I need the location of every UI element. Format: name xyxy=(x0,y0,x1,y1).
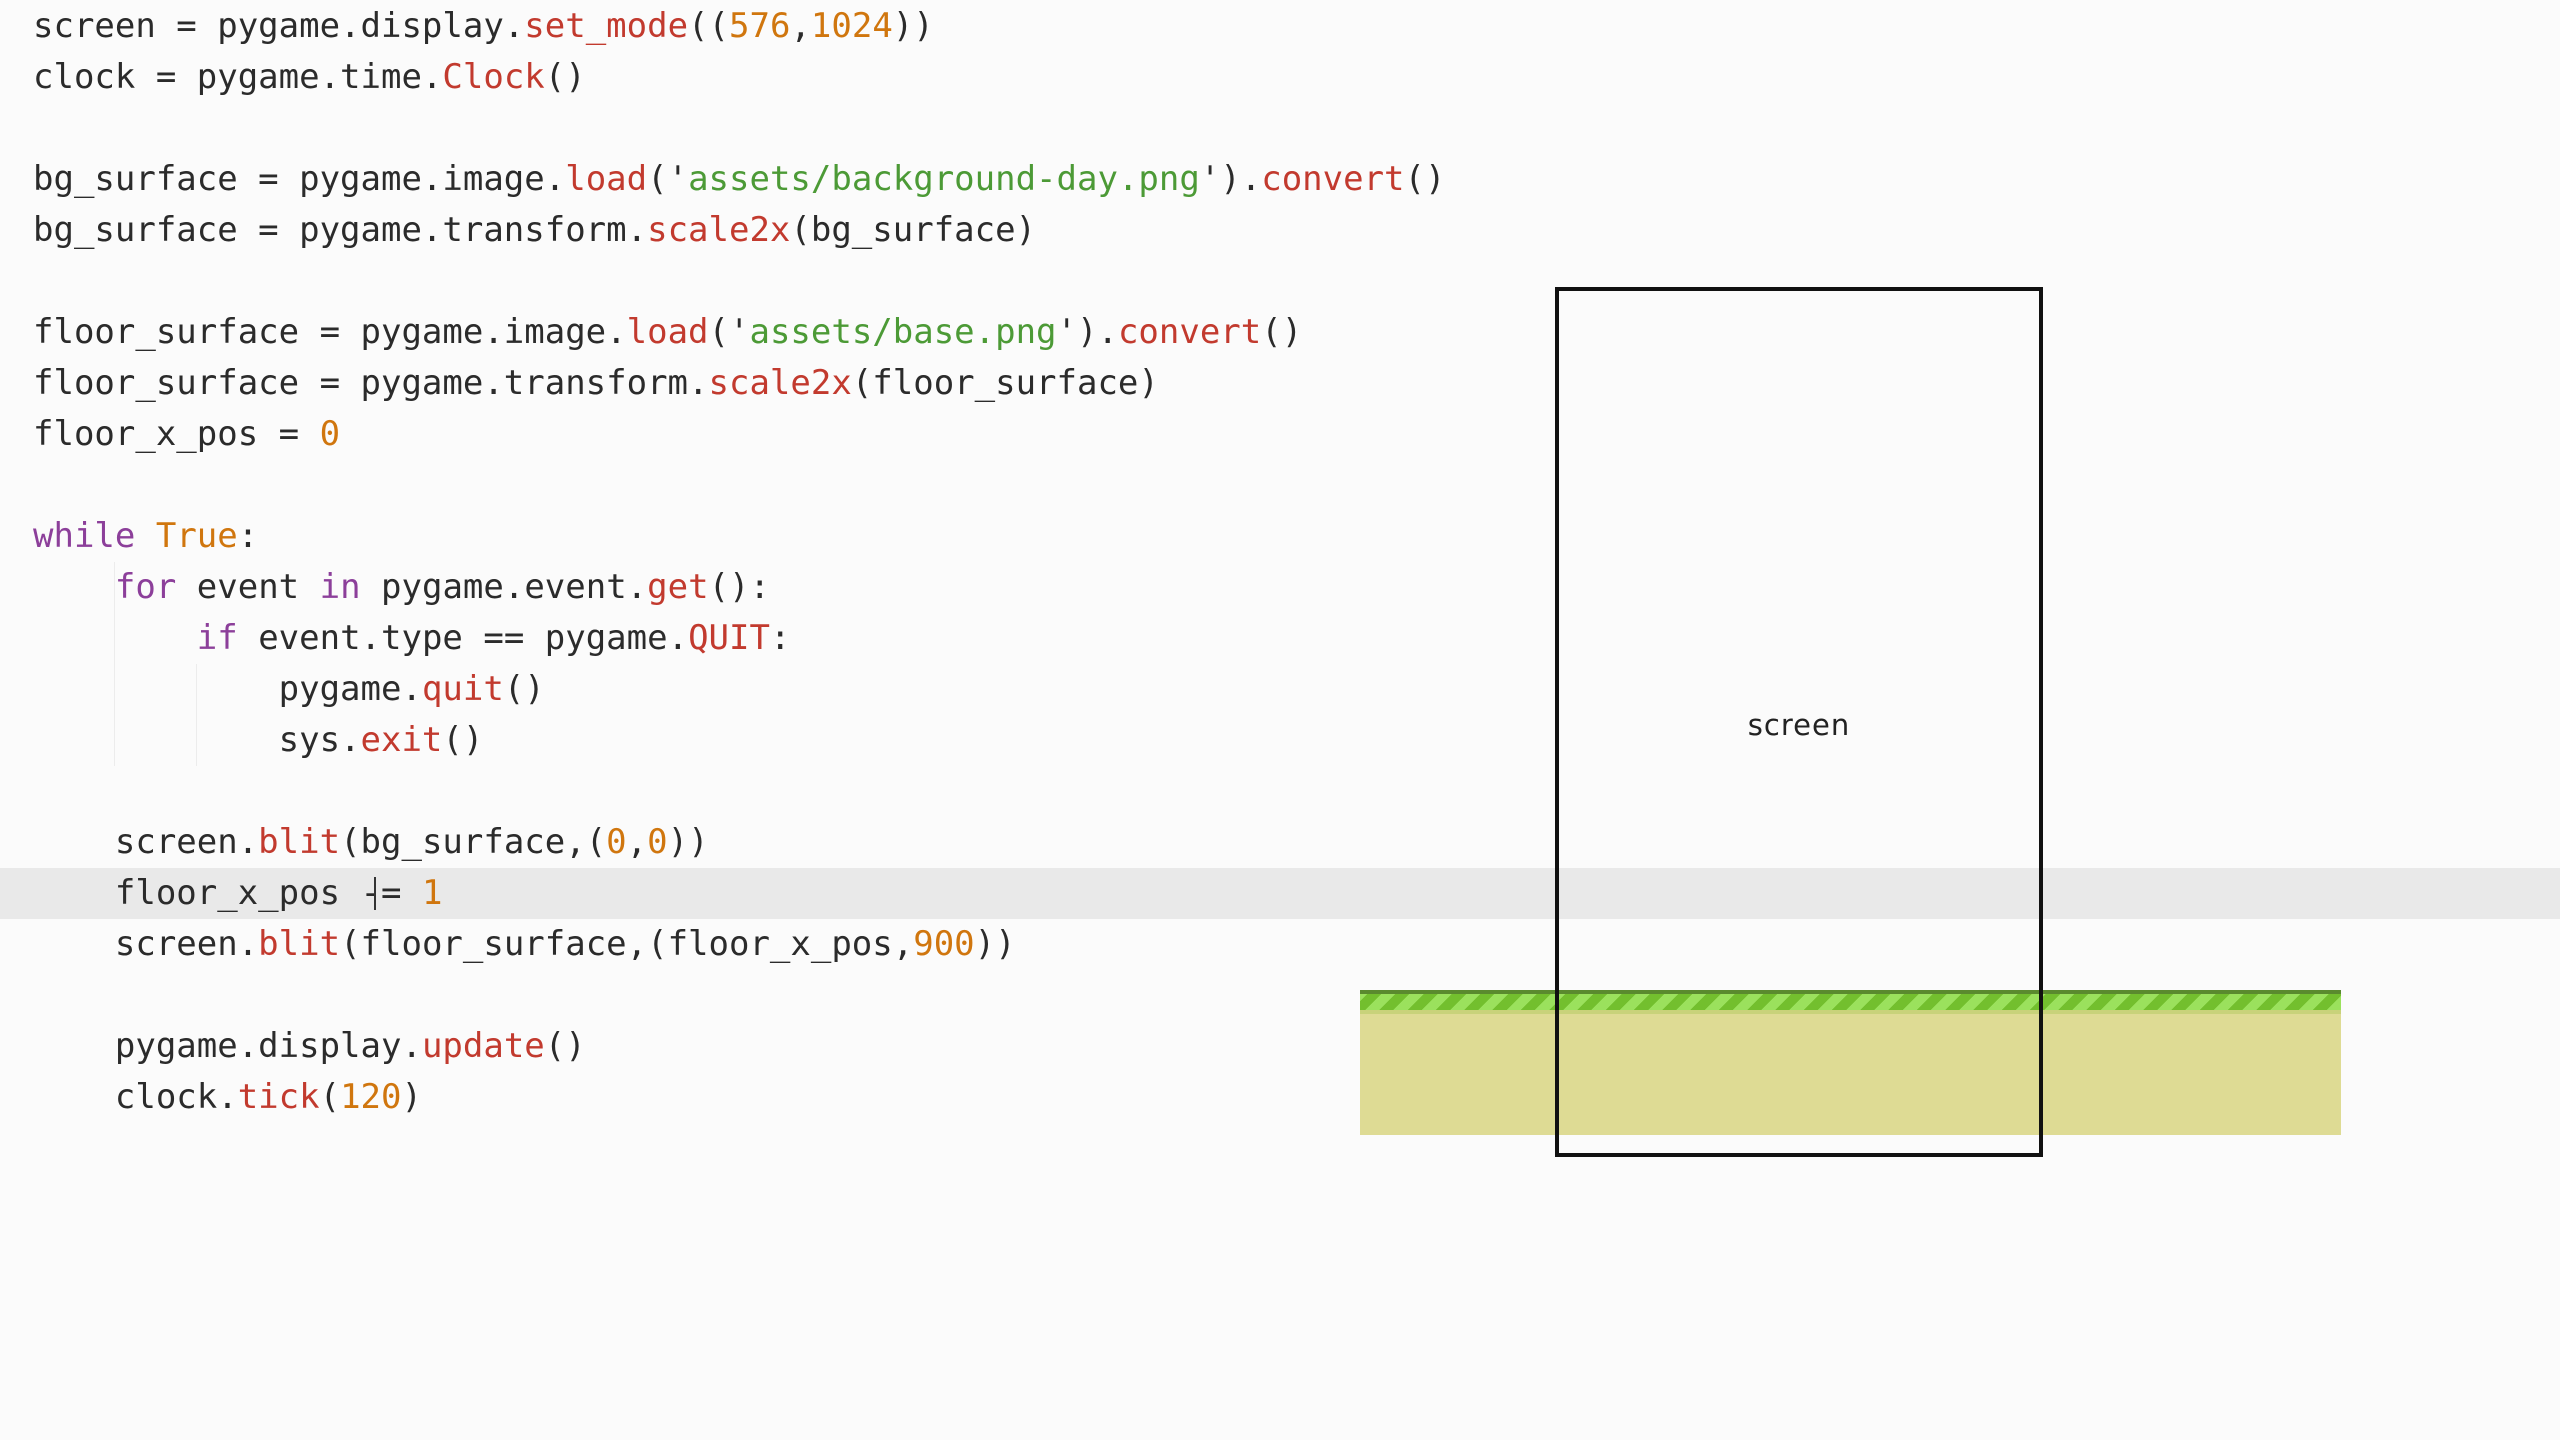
code-token-plain: , xyxy=(626,822,648,862)
code-token-plain: , xyxy=(790,6,811,46)
code-token-kw: for xyxy=(114,567,177,607)
code-token-num: 0 xyxy=(606,822,627,862)
code-token-plain: screen. xyxy=(33,822,259,862)
code-token-fn: scale2x xyxy=(708,363,852,403)
code-token-plain: )) xyxy=(892,6,934,46)
indent-guide xyxy=(195,664,197,766)
code-token-fn: update xyxy=(421,1026,545,1066)
code-token-plain: )) xyxy=(667,822,709,862)
code-token-plain: screen. xyxy=(33,924,259,964)
code-token-plain: () xyxy=(1261,312,1303,352)
code-line[interactable]: screen = pygame.display.set_mode((576,10… xyxy=(0,1,2560,52)
code-token-plain: ) xyxy=(401,1077,422,1117)
code-token-plain: '). xyxy=(1056,312,1118,352)
code-token-plain: event.type == pygame. xyxy=(237,618,689,658)
code-token-plain: pygame.event. xyxy=(360,567,648,607)
code-token-plain: : xyxy=(237,516,259,556)
code-token-kw: while xyxy=(33,516,136,556)
code-token-fn: exit xyxy=(360,720,443,760)
code-token-fn: set_mode xyxy=(524,6,689,46)
code-token-plain: : xyxy=(769,618,791,658)
code-token-plain: pygame.display. xyxy=(33,1026,422,1066)
code-token-plain: sys. xyxy=(33,720,361,760)
code-token-kw: if xyxy=(196,618,238,658)
code-token-plain: (bg_surface,( xyxy=(340,822,607,862)
code-token-const: True xyxy=(155,516,238,556)
code-token-plain: (floor_surface) xyxy=(851,363,1159,403)
code-token-plain: clock = pygame.time. xyxy=(33,57,443,97)
code-token-plain: )) xyxy=(974,924,1016,964)
code-token-plain: (( xyxy=(688,6,729,46)
code-token-str: assets/background-day.png xyxy=(688,159,1200,199)
code-token-plain: () xyxy=(442,720,484,760)
code-token-fn: load xyxy=(626,312,709,352)
code-token-plain: () xyxy=(503,669,545,709)
code-token-plain: (bg_surface) xyxy=(790,210,1037,250)
code-token-str: assets/base.png xyxy=(749,312,1057,352)
slide-canvas: screen = pygame.display.set_mode((576,10… xyxy=(0,0,2560,1440)
code-token-plain: floor_x_pos -= xyxy=(33,873,422,913)
code-token-num: 120 xyxy=(340,1077,402,1117)
code-token-fn: tick xyxy=(237,1077,320,1117)
code-token-fn: Clock xyxy=(442,57,545,97)
screen-label: screen xyxy=(1747,708,1851,742)
code-token-plain: (floor_surface,(floor_x_pos, xyxy=(340,924,914,964)
code-token-fn: blit xyxy=(258,822,341,862)
code-token-plain: ( xyxy=(319,1077,341,1117)
code-token-fn: blit xyxy=(258,924,341,964)
code-line[interactable]: clock = pygame.time.Clock() xyxy=(0,52,2560,103)
code-token-fn: scale2x xyxy=(647,210,791,250)
code-token-kw: in xyxy=(319,567,361,607)
code-line[interactable] xyxy=(0,103,2560,154)
code-token-fn: convert xyxy=(1117,312,1262,352)
code-token-plain: '). xyxy=(1199,159,1262,199)
code-token-num: 0 xyxy=(319,414,341,454)
screen-diagram: screen xyxy=(1350,280,2350,1160)
code-token-num: 900 xyxy=(913,924,975,964)
code-token-plain: () xyxy=(544,1026,586,1066)
code-line[interactable]: bg_surface = pygame.image.load('assets/b… xyxy=(0,154,2560,205)
code-token-num: 576 xyxy=(729,6,791,46)
code-line[interactable]: bg_surface = pygame.transform.scale2x(bg… xyxy=(0,205,2560,256)
code-token-plain: (): xyxy=(708,567,770,607)
code-token-fn: QUIT xyxy=(688,618,770,658)
code-token-plain: bg_surface = pygame.image. xyxy=(33,159,566,199)
code-token-plain: () xyxy=(544,57,586,97)
indent-guide xyxy=(113,562,115,766)
code-token-plain: (' xyxy=(647,159,689,199)
code-token-plain: event xyxy=(176,567,320,607)
code-token-plain: screen = pygame.display. xyxy=(33,6,525,46)
code-token-num: 1024 xyxy=(810,6,893,46)
code-token-fn: convert xyxy=(1261,159,1405,199)
code-token-plain: () xyxy=(1404,159,1446,199)
code-token-fn: load xyxy=(565,159,648,199)
code-token-plain: (' xyxy=(708,312,750,352)
code-token-fn: get xyxy=(647,567,709,607)
text-caret xyxy=(373,877,376,910)
code-token-num: 0 xyxy=(647,822,668,862)
code-token-fn: quit xyxy=(421,669,504,709)
code-token-plain: floor_surface = pygame.image. xyxy=(33,312,627,352)
code-token-plain: pygame. xyxy=(33,669,422,709)
code-token-plain: floor_x_pos = xyxy=(33,414,320,454)
screen-outline: screen xyxy=(1555,287,2043,1157)
code-token-plain: floor_surface = pygame.transform. xyxy=(33,363,709,403)
code-token-plain: clock. xyxy=(33,1077,238,1117)
code-token-plain: bg_surface = pygame.transform. xyxy=(33,210,648,250)
code-token-num: 1 xyxy=(421,873,443,913)
